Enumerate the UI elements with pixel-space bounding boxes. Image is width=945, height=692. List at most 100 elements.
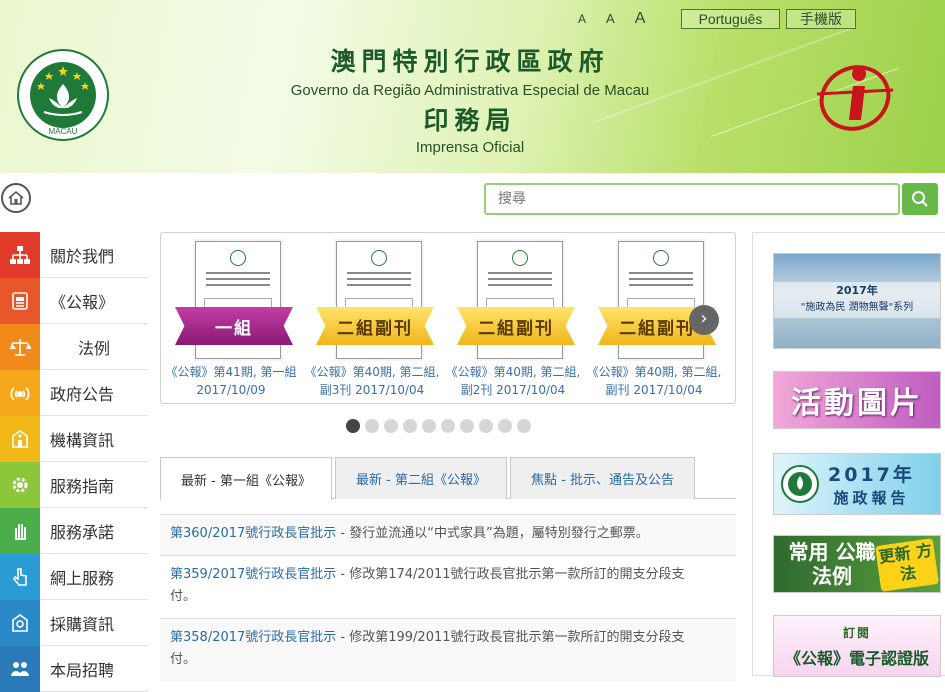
mobile-version-button[interactable]: 手機版 bbox=[786, 9, 856, 29]
banner-subtitle: "施政為民 潤物無聲"系列 bbox=[800, 302, 914, 313]
sidebar-item-label: 機構資訊 bbox=[50, 430, 115, 450]
carousel-dot[interactable] bbox=[365, 419, 379, 433]
building-icon bbox=[0, 415, 40, 462]
government-title-zh: 澳門特別行政區政府 bbox=[330, 47, 610, 76]
slide-caption[interactable]: 《公報》第40期, 第二組, 副刊 2017/10/04 bbox=[584, 363, 724, 399]
language-portuguese-button[interactable]: Português bbox=[681, 9, 780, 29]
sidebar-item-organization[interactable]: 機構資訊 bbox=[0, 415, 148, 462]
broadcast-icon bbox=[0, 369, 40, 416]
carousel-next-button[interactable]: › bbox=[689, 305, 719, 335]
sidebar-item-label: 本局招聘 bbox=[50, 660, 115, 680]
site-header: MACAU 澳門特別行政區政府 Governo da Região Admini… bbox=[0, 0, 945, 173]
banner-subtitle: 施政報告 bbox=[833, 489, 910, 507]
event-photos-banner[interactable]: 活動圖片 bbox=[773, 371, 941, 429]
slide-caption[interactable]: 《公報》第41期, 第一組 2017/10/09 bbox=[161, 363, 301, 399]
org-chart-icon bbox=[0, 231, 40, 278]
sidebar-item-online-services[interactable]: 網上服務 bbox=[0, 553, 148, 600]
banner-title: 2017年 bbox=[828, 464, 915, 486]
search-input[interactable] bbox=[484, 183, 900, 215]
policy-series-banner[interactable]: 2017年 "施政為民 潤物無聲"系列 bbox=[773, 253, 941, 349]
macau-emblem-icon bbox=[781, 465, 819, 503]
department-title-zh: 印務局 bbox=[423, 106, 517, 135]
banner-panel: 2017年 "施政為民 潤物無聲"系列 活動圖片 2017年 施政報告 常用 公… bbox=[752, 232, 945, 677]
tab-focus[interactable]: 焦點 - 批示、通告及公告 bbox=[510, 457, 695, 499]
carousel-dot[interactable] bbox=[441, 419, 455, 433]
site-title-block: 澳門特別行政區政府 Governo da Região Administrati… bbox=[270, 42, 670, 156]
font-size-small-button[interactable]: A bbox=[578, 12, 586, 26]
government-title-pt: Governo da Região Administrativa Especia… bbox=[290, 82, 650, 99]
gazette-icon bbox=[0, 277, 40, 324]
sidebar-item-procurement[interactable]: 採購資訊 bbox=[0, 599, 148, 646]
sidebar-item-pledge[interactable]: 服務承諾 bbox=[0, 507, 148, 554]
news-link[interactable]: 第359/2017號行政長官批示 bbox=[170, 567, 336, 582]
banner-subtitle: 《公報》電子認證版 bbox=[784, 649, 929, 668]
policy-address-banner[interactable]: 2017年 施政報告 bbox=[773, 453, 941, 515]
news-link[interactable]: 第360/2017號行政長官批示 bbox=[170, 526, 336, 541]
scales-icon bbox=[0, 323, 40, 370]
font-size-switcher: A A A bbox=[578, 10, 645, 28]
home-icon bbox=[8, 190, 24, 205]
sidebar-item-gazette[interactable]: 《公報》 bbox=[0, 277, 148, 324]
carousel-dot[interactable] bbox=[403, 419, 417, 433]
issue-ribbon: 一組 bbox=[175, 307, 293, 345]
pointer-hand-icon bbox=[0, 553, 40, 600]
sidebar-item-label: 法例 bbox=[77, 338, 110, 358]
search-icon bbox=[912, 191, 928, 207]
sidebar-item-about[interactable]: 關於我們 bbox=[0, 231, 148, 278]
sidebar-item-laws[interactable]: 法例 bbox=[0, 323, 148, 370]
sidebar-item-label: 政府公告 bbox=[50, 384, 115, 404]
carousel-dot[interactable] bbox=[498, 419, 512, 433]
list-item: 第359/2017號行政長官批示 - 修改第174/2011號行政長官批示第一款… bbox=[160, 555, 736, 618]
gazette-carousel: 一組 《公報》第41期, 第一組 2017/10/09 二組副刊 《公報》第40… bbox=[160, 232, 736, 404]
carousel-dot[interactable] bbox=[460, 419, 474, 433]
sidebar-item-label: 網上服務 bbox=[50, 568, 115, 588]
banner-title: 常用 公職法例 bbox=[788, 540, 876, 588]
font-size-medium-button[interactable]: A bbox=[606, 11, 615, 26]
issue-ribbon: 二組副刊 bbox=[457, 307, 575, 345]
people-icon bbox=[0, 645, 40, 692]
imprensa-oficial-logo bbox=[816, 65, 894, 131]
carousel-slide[interactable]: 二組副刊 《公報》第40期, 第二組, 副3刊 2017/10/04 bbox=[302, 241, 442, 399]
carousel-dot[interactable] bbox=[384, 419, 398, 433]
sidebar-item-announcements[interactable]: 政府公告 bbox=[0, 369, 148, 416]
news-tabs: 最新 - 第一組《公報》 最新 - 第二組《公報》 焦點 - 批示、通告及公告 bbox=[160, 457, 736, 500]
issue-ribbon: 二組副刊 bbox=[316, 307, 434, 345]
sidebar-item-label: 關於我們 bbox=[50, 246, 115, 266]
news-summary: - 發行並流通以“中式家具”為題，屬特別發行之郵票。 bbox=[336, 526, 649, 541]
list-item: 第358/2017號行政長官批示 - 修改第199/2011號行政長官批示第一款… bbox=[160, 618, 736, 681]
banner-tag: 更新 方法 bbox=[875, 538, 939, 592]
sidebar-item-label: 服務承諾 bbox=[50, 522, 115, 542]
banner-title: 活動圖片 bbox=[791, 386, 923, 421]
banner-title: 2017年 bbox=[836, 284, 878, 297]
news-link[interactable]: 第358/2017號行政長官批示 bbox=[170, 630, 336, 645]
carousel-dot[interactable] bbox=[517, 419, 531, 433]
public-service-laws-banner[interactable]: 常用 公職法例 更新 方法 bbox=[773, 535, 941, 593]
hand-icon bbox=[0, 507, 40, 554]
carousel-dot[interactable] bbox=[479, 419, 493, 433]
sidebar-item-recruitment[interactable]: 本局招聘 bbox=[0, 645, 148, 692]
search-button[interactable] bbox=[902, 183, 938, 215]
news-list: 第360/2017號行政長官批示 - 發行並流通以“中式家具”為題，屬特別發行之… bbox=[160, 514, 736, 681]
slide-caption[interactable]: 《公報》第40期, 第二組, 副3刊 2017/10/04 bbox=[302, 363, 442, 399]
carousel-slide[interactable]: 一組 《公報》第41期, 第一組 2017/10/09 bbox=[161, 241, 301, 399]
emblem-text: MACAU bbox=[49, 127, 78, 136]
e-gazette-subscription-banner[interactable]: 訂閱 《公報》電子認證版 bbox=[773, 615, 941, 677]
banner-title: 訂閱 bbox=[842, 626, 871, 640]
carousel-dot[interactable] bbox=[346, 419, 360, 433]
tab-latest-series-2[interactable]: 最新 - 第二組《公報》 bbox=[335, 457, 507, 499]
sidebar-item-label: 採購資訊 bbox=[50, 614, 115, 634]
carousel-pagination bbox=[346, 419, 531, 433]
tab-latest-series-1[interactable]: 最新 - 第一組《公報》 bbox=[160, 457, 332, 500]
sidebar-item-label: 服務指南 bbox=[50, 476, 115, 496]
list-item: 第360/2017號行政長官批示 - 發行並流通以“中式家具”為題，屬特別發行之… bbox=[160, 514, 736, 555]
sidebar-item-label: 《公報》 bbox=[50, 292, 115, 312]
cart-icon bbox=[0, 599, 40, 646]
carousel-dot[interactable] bbox=[422, 419, 436, 433]
sidebar-item-service-guide[interactable]: 服務指南 bbox=[0, 461, 148, 508]
macau-emblem-logo[interactable]: MACAU bbox=[16, 48, 110, 142]
font-size-large-button[interactable]: A bbox=[635, 10, 646, 28]
slide-caption[interactable]: 《公報》第40期, 第二組, 副2刊 2017/10/04 bbox=[443, 363, 583, 399]
home-button[interactable] bbox=[1, 183, 31, 213]
main-nav-sidebar: 關於我們 《公報》 法例 政府公告 機構資訊 服務指南 服務承諾 網上服務 採購… bbox=[0, 231, 148, 692]
carousel-slide[interactable]: 二組副刊 《公報》第40期, 第二組, 副2刊 2017/10/04 bbox=[443, 241, 583, 399]
